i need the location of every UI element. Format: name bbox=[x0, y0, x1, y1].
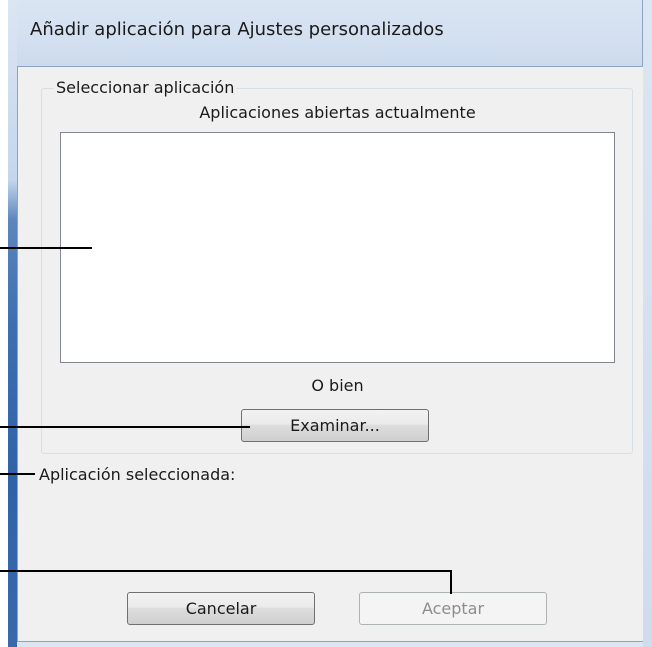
callout-line-list bbox=[0, 247, 92, 249]
selected-application-label: Aplicación seleccionada: bbox=[39, 465, 236, 484]
open-applications-caption: Aplicaciones abiertas actualmente bbox=[199, 103, 476, 122]
open-applications-list[interactable] bbox=[60, 132, 615, 363]
callout-line-ok-vertical bbox=[450, 570, 452, 594]
or-label: O bien bbox=[311, 376, 364, 395]
ok-button[interactable]: Aceptar bbox=[359, 592, 547, 625]
window-bottom-frame bbox=[17, 641, 643, 647]
dialog-title: Añadir aplicación para Ajustes personali… bbox=[30, 19, 444, 40]
dialog-titlebar[interactable]: Añadir aplicación para Ajustes personali… bbox=[8, 0, 652, 66]
callout-line-ok-horizontal bbox=[0, 570, 452, 572]
callout-line-selected bbox=[0, 473, 35, 475]
window-left-frame bbox=[8, 0, 17, 647]
browse-button[interactable]: Examinar... bbox=[241, 409, 429, 442]
cancel-button[interactable]: Cancelar bbox=[127, 592, 315, 625]
select-application-legend: Seleccionar aplicación bbox=[54, 78, 237, 97]
callout-line-browse bbox=[0, 426, 250, 428]
window-right-frame bbox=[642, 0, 652, 647]
screenshot-canvas: Añadir aplicación para Ajustes personali… bbox=[0, 0, 652, 647]
